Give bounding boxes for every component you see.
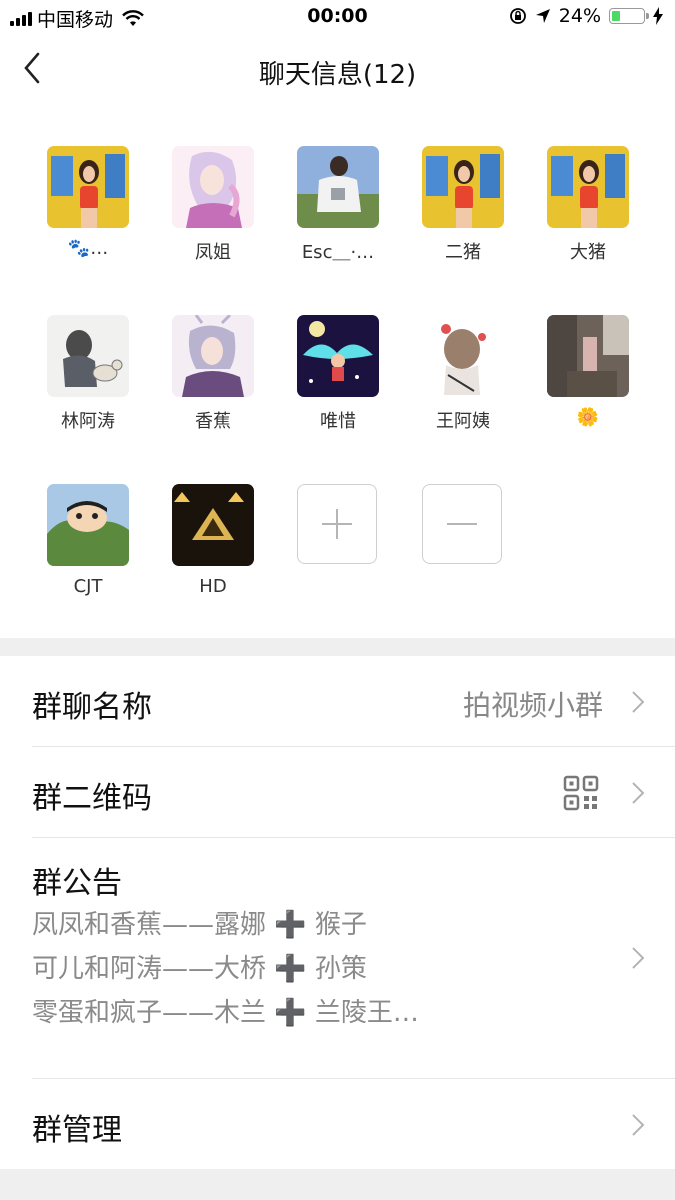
qrcode-icon [563,775,599,811]
group-notice-label: 群公告 [32,866,122,901]
group-manage-row[interactable]: 群管理 [0,1079,675,1169]
avatar [547,315,629,397]
group-name-label: 群聊名称 [32,690,152,725]
group-name-row[interactable]: 群聊名称 拍视频小群 [0,656,675,746]
chevron-right-icon [632,691,645,713]
page-title: 聊天信息(12) [258,60,417,90]
avatar [297,146,379,228]
member-name: 🐾… [67,238,109,259]
member-item[interactable]: 🐾… [47,146,129,259]
member-item[interactable]: 香蕉 [172,315,254,433]
member-name: 凤姐 [195,242,231,263]
avatar [297,315,379,397]
avatar [172,146,254,228]
status-bar: 中国移动 00:00 24% [0,0,675,34]
battery-icon [609,8,649,24]
chevron-right-icon [632,1114,645,1136]
group-manage-label: 群管理 [32,1113,122,1148]
avatar [172,484,254,566]
avatar [422,146,504,228]
location-arrow-icon [535,9,550,23]
avatar [47,315,129,397]
notice-line: 凤凤和香蕉——露娜 ➕ 猴子 [32,910,367,940]
avatar [547,146,629,228]
group-notice-row[interactable]: 群公告 凤凤和香蕉——露娜 ➕ 猴子 可儿和阿涛——大桥 ➕ 孙策 零蛋和疯子—… [0,838,675,1078]
battery-percent: 24% [558,5,601,27]
member-item[interactable]: CJT [47,484,129,597]
member-item[interactable]: 王阿姨 [422,315,504,433]
member-name: 二猪 [445,242,481,263]
chevron-right-icon [632,947,645,969]
member-name: 🌼 [576,407,600,428]
orientation-lock-icon [509,8,526,24]
member-item[interactable]: 🌼 [547,315,629,428]
notice-line: 可儿和阿涛——大桥 ➕ 孙策 [32,954,367,984]
section-divider [0,638,675,656]
member-name: 王阿姨 [436,411,490,432]
member-item[interactable]: 唯惜 [297,315,379,433]
nav-bar: 聊天信息(12) [0,34,675,104]
member-name: 大猪 [570,242,606,263]
member-item[interactable]: 大猪 [547,146,629,264]
avatar [47,146,129,228]
member-name: HD [199,576,227,597]
avatar [172,315,254,397]
minus-icon [422,484,502,564]
member-name: Esc＿·… [301,242,375,263]
add-member-button[interactable] [297,484,379,564]
avatar [422,315,504,397]
group-qrcode-row[interactable]: 群二维码 [0,747,675,837]
member-name: 林阿涛 [61,411,115,432]
member-item[interactable]: 二猪 [422,146,504,264]
chevron-right-icon [632,782,645,804]
charging-bolt-icon [653,7,663,25]
notice-line: 零蛋和疯子——木兰 ➕ 兰陵王… [32,998,419,1028]
avatar [47,484,129,566]
plus-icon [297,484,377,564]
member-item[interactable]: Esc＿·… [297,146,379,264]
member-item[interactable]: HD [172,484,254,597]
remove-member-button[interactable] [422,484,504,564]
member-name: 香蕉 [195,411,231,432]
group-qrcode-label: 群二维码 [32,781,152,816]
member-name: CJT [73,576,103,597]
group-name-value: 拍视频小群 [462,689,603,722]
member-item[interactable]: 林阿涛 [47,315,129,433]
member-item[interactable]: 凤姐 [172,146,254,264]
member-name: 唯惜 [320,411,356,432]
section-divider [0,1169,675,1200]
